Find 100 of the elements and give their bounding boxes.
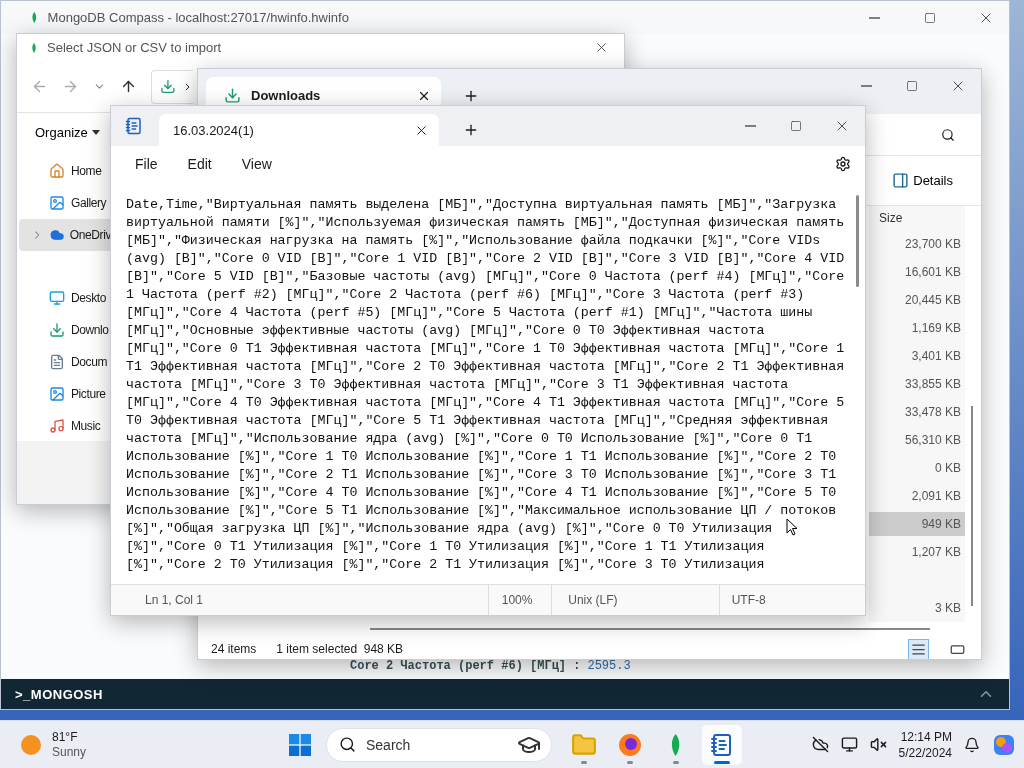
sidebar-item[interactable]: Deskto — [19, 282, 111, 314]
table-cell-text: 0 KB — [934, 460, 962, 477]
text-line: T1 Эффективная частота [МГц]","Core 2 T0 Эффективная частота [МГц]","Core 2 T1 Эффективная — [126, 358, 845, 376]
text-line: [В]","Core 5 VID [В]","Базовые частоты (avg) [МГц]","Core 0 Частота (perf #4) [МГц]","Core — [126, 268, 845, 286]
details-pane-icon[interactable] — [892, 172, 910, 189]
cloud-off-icon[interactable] — [811, 736, 829, 753]
dialog-title: Select JSON or CSV to import — [47, 40, 222, 55]
text-line: частота [МГц]","Использование ядра (avg) [%]","Core 0 T0 Использование [%]","Core 0 T1 — [126, 430, 813, 448]
leaf-icon — [31, 42, 37, 53]
sidebar-item[interactable]: Gallery — [19, 187, 111, 219]
text-line: [МГц]","Core 4 Частота (perf #5) [МГц]","Core 5 Частота (perf #1) [МГц]","Частота шины — [126, 304, 813, 322]
organize-button[interactable]: Organize — [35, 124, 100, 140]
home-icon — [49, 163, 65, 179]
table-cell-text: 20,445 KB — [903, 292, 962, 309]
search-icon[interactable] — [941, 127, 955, 142]
table-cell-text: 56,310 KB — [903, 432, 962, 449]
music-icon — [49, 418, 65, 434]
address-bar[interactable] — [151, 69, 193, 104]
new-tab-icon[interactable] — [463, 122, 479, 138]
notepad-icon — [710, 732, 734, 757]
temperature: 81°F — [52, 729, 79, 745]
table-cell: 949 KB — [869, 512, 965, 536]
document-tab[interactable]: 16.03.2024(1) — [159, 114, 439, 146]
zoom-level: 100% — [501, 593, 533, 607]
minimize-icon — [868, 16, 880, 19]
text-line: T0 Эффективная частота [МГц]","Core 5 T1 Эффективная частота [МГц]","Средняя эффективная — [126, 412, 829, 430]
shell-label: >_MONGOSH — [15, 686, 103, 702]
sidebar-item[interactable]: OneDriv — [19, 219, 111, 251]
text-line: [%]","Общая загрузка ЦП [%]","Использование ядра (avg) [%]","Core 0 T0 Утилизация — [126, 520, 773, 538]
table-cell-text: 1,169 KB — [910, 320, 962, 337]
folder-icon — [571, 731, 597, 758]
text-line: (avg) [В]","Core 0 VID [В]","Core 1 VID [В]","Core 2 VID [В]","Core 3 VID [В]","Core 4 VID — [126, 250, 845, 268]
text-line: Использование [%]","Core 2 T1 Использование [%]","Core 3 T0 Использование [%]","Core 3 T1 — [126, 466, 837, 484]
text-line: [МГц]","Core 4 T0 Эффективная частота [МГц]","Core 4 T1 Эффективная частота [МГц]","Core 5 — [126, 394, 845, 412]
document-icon — [49, 354, 65, 370]
taskbar-app[interactable] — [702, 724, 742, 765]
text-line: [МГц]","Core 0 T1 Эффективная частота [МГц]","Core 1 T0 Эффективная частота [МГц]","Core 1 — [126, 340, 845, 358]
image-icon — [49, 195, 65, 211]
notepad-icon — [125, 117, 143, 135]
search-field[interactable]: Search — [364, 735, 464, 754]
download-icon — [49, 322, 65, 338]
list-icon — [911, 641, 926, 657]
text-line: [%]","Core 0 T1 Утилизация [%]","Core 1 T0 Утилизация [%]","Core 1 T1 Утилизация — [126, 538, 765, 556]
text-line: [%]","Core 2 T0 Утилизация [%]","Core 2 T1 Утилизация [%]","Core 3 T0 Утилизация — [126, 556, 765, 574]
search-icon — [339, 736, 356, 753]
copilot-icon[interactable] — [992, 732, 1016, 757]
search-bar[interactable]: Search — [326, 727, 552, 762]
text-line: Использование [%]","Core 1 T0 Использование [%]","Core 1 T1 Использование [%]","Core 2 T0 — [126, 448, 837, 466]
maximize-icon — [790, 120, 802, 132]
field-name: Core 2 Частота (perf #6) [МГц] : — [350, 659, 581, 673]
text-line: частота [МГц]","Core 3 T0 Эффективная частота [МГц]","Core 3 T1 Эффективная частота — [126, 376, 789, 394]
weather-condition: Sunny — [52, 744, 87, 760]
menu-item[interactable]: File — [125, 151, 168, 176]
line-ending: Unix (LF) — [568, 593, 618, 607]
window-title: MongoDB Compass - localhost:27017/hwinfo.hwinfo — [47, 10, 349, 25]
text-line: [МГц]","Основные эффективные частоты (avg) [МГц]","Core 0 T0 Эффективная частота — [126, 322, 765, 340]
minimize-icon — [744, 125, 756, 127]
maximize-icon — [924, 11, 936, 24]
table-cell-text: 3 KB — [934, 600, 962, 617]
sidebar-item[interactable]: Music — [19, 410, 111, 441]
notification-icon[interactable] — [964, 736, 980, 753]
item-count: 24 items — [211, 642, 257, 656]
column-header[interactable]: Size — [869, 206, 965, 230]
clock[interactable]: 12:14 PM 5/22/2024 — [898, 728, 952, 761]
menu-item[interactable]: View — [231, 151, 282, 176]
selection-info: 1 item selected 948 KB — [276, 642, 404, 656]
table-cell-text: 3,401 KB — [910, 348, 962, 365]
field-value: 2595.3 — [587, 659, 631, 673]
minimize-icon — [860, 85, 872, 87]
new-tab-icon[interactable] — [463, 88, 479, 104]
table-cell-text: 2,091 KB — [910, 488, 962, 505]
image-icon — [49, 386, 65, 402]
sidebar-item[interactable]: Docum — [19, 346, 111, 378]
text-line: Date,Time,"Виртуальная память выделена [МБ]","Доступна виртуальная память [МБ]","Загрузка — [126, 196, 837, 214]
mouse-pointer-icon — [786, 518, 798, 536]
cloud-icon — [49, 227, 64, 243]
sidebar-item[interactable]: Downlo — [19, 314, 111, 346]
windows-logo-icon — [289, 733, 311, 756]
text-line: Использование [%]","Core 4 T0 Использование [%]","Core 4 T1 Использование [%]","Core 5 T0 — [126, 484, 837, 502]
forward-arrow-icon[interactable] — [62, 78, 79, 95]
maximize-icon — [906, 80, 918, 92]
sidebar-item[interactable]: Picture — [19, 378, 111, 410]
text-line: виртуальной памяти [%]","Используемая физическая память [МБ]","Доступная физическая память — [126, 214, 845, 232]
details-button[interactable]: Details — [909, 169, 957, 192]
sidebar-item[interactable]: Home — [19, 155, 111, 187]
browser-icon — [618, 732, 642, 757]
cursor-position: Ln 1, Col 1 — [145, 593, 204, 607]
download-icon — [160, 78, 176, 95]
volume-muted-icon[interactable] — [869, 736, 887, 753]
table-cell-text: 1,207 KB — [910, 544, 962, 561]
shell-bar[interactable]: >_MONGOSH — [1, 679, 1009, 709]
text-line: Использование [%]","Core 5 T1 Использование [%]","Максимальное использование ЦП / потоков — [126, 502, 837, 520]
table-cell-text: 16,601 KB — [903, 264, 962, 281]
network-icon[interactable] — [840, 736, 858, 753]
menu-item[interactable]: Edit — [177, 151, 222, 176]
download-icon — [224, 87, 241, 104]
settings-icon[interactable] — [835, 155, 851, 172]
back-arrow-icon[interactable] — [31, 78, 48, 95]
text-line: [МБ]","Физическая нагрузка на память [%]","Использование файла подкачки [%]","Core VIDs — [126, 232, 821, 250]
details-view-button[interactable] — [909, 639, 928, 659]
